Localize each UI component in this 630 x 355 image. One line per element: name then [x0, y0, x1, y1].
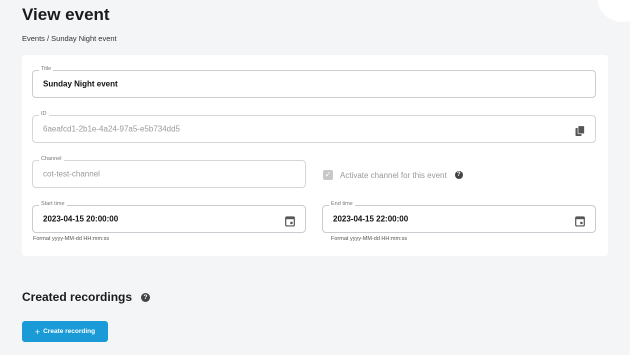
activate-channel-label: Activate channel for this event: [340, 170, 447, 180]
start-time-field[interactable]: Start time 2023-04-15 20:00:00: [32, 201, 306, 233]
end-time-value[interactable]: 2023-04-15 22:00:00: [333, 215, 408, 224]
id-field-value: 6aeafcd1-2b1e-4a24-97a5-e5b734dd5: [43, 124, 181, 134]
end-time-label: End time: [329, 201, 355, 207]
id-field[interactable]: ID 6aeafcd1-2b1e-4a24-97a5-e5b734dd5: [32, 111, 596, 143]
title-field-value[interactable]: Sunday Night event: [43, 80, 118, 89]
create-recording-button[interactable]: + Create recording: [22, 321, 108, 342]
channel-field-label: Channel: [39, 156, 64, 162]
title-field-label: Title: [39, 66, 54, 72]
copy-icon[interactable]: [575, 124, 585, 136]
help-icon[interactable]: ?: [454, 171, 463, 179]
start-time-helper: Format yyyy-MM-dd HH:mm:ss: [33, 236, 110, 242]
page-title: View event: [22, 5, 110, 24]
activate-channel-row[interactable]: ✓ Activate channel for this event ?: [323, 165, 463, 185]
id-field-label: ID: [39, 111, 49, 117]
end-time-helper: Format yyyy-MM-dd HH:mm:ss: [331, 236, 408, 242]
corner-decoration: [598, 0, 630, 22]
channel-field-value: cot-test-channel: [43, 169, 100, 179]
activate-channel-checkbox[interactable]: ✓: [323, 170, 333, 180]
breadcrumb[interactable]: Events / Sunday Night event: [22, 34, 117, 43]
channel-field[interactable]: Channel cot-test-channel: [32, 156, 306, 188]
event-form-card: Title Sunday Night event ID 6aeafcd1-2b1…: [22, 55, 608, 256]
recordings-section-title: Created recordings ?: [22, 290, 151, 304]
create-recording-label: Create recording: [43, 328, 96, 335]
end-time-field[interactable]: End time 2023-04-15 22:00:00: [322, 201, 596, 233]
help-icon[interactable]: ?: [141, 292, 151, 302]
start-time-label: Start time: [39, 201, 67, 207]
title-field[interactable]: Title Sunday Night event: [32, 66, 596, 98]
recordings-title-text: Created recordings: [22, 290, 133, 304]
calendar-icon[interactable]: [285, 214, 295, 227]
calendar-icon[interactable]: [575, 214, 585, 227]
start-time-value[interactable]: 2023-04-15 20:00:00: [43, 215, 118, 224]
plus-icon: +: [34, 326, 41, 337]
